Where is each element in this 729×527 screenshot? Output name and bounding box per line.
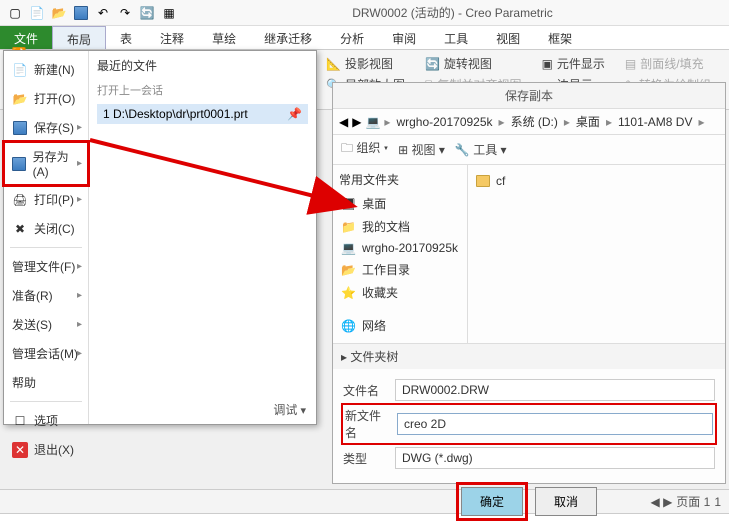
input-newfilename[interactable]: creo 2D <box>397 413 713 435</box>
menu-save[interactable]: 保存(S)▸ <box>4 113 88 142</box>
menu-help[interactable]: 帮助 <box>4 368 88 397</box>
tab-file[interactable]: 文件 <box>0 26 52 49</box>
recent-header: 最近的文件 <box>97 57 308 74</box>
menu-new[interactable]: 📄新建(N) <box>4 55 88 84</box>
tab-view[interactable]: 视图 <box>482 26 534 49</box>
crumb-desktop[interactable]: 桌面 <box>574 113 602 130</box>
ok-button[interactable]: 确定 <box>461 487 523 516</box>
quick-access-toolbar: ▢ 📄 📂 ↶ ↷ 🔄 ▦ DRW0002 (活动的) - Creo Param… <box>0 0 729 26</box>
menu-manage-file[interactable]: 管理文件(F)▸ <box>4 252 88 281</box>
tool-views[interactable]: ⊞ 视图 ▾ <box>398 141 445 158</box>
tool-organize[interactable]: 🗀 组织 ▾ <box>341 139 388 160</box>
row-type: 类型 DWG (*.dwg) <box>343 447 715 469</box>
menu-debug[interactable]: 调试 ▾ <box>273 401 306 418</box>
ribbon-tabs: 文件 布局 表 注释 草绘 继承迁移 分析 审阅 工具 视图 框架 <box>0 26 729 50</box>
menu-exit[interactable]: ✕退出(X) <box>4 435 88 464</box>
row-filename: 文件名 DRW0002.DRW <box>343 379 715 401</box>
folder-tree-toggle[interactable]: ▸ 文件夹树 <box>333 343 725 369</box>
file-menu: 📄新建(N) 📂打开(O) 保存(S)▸ 另存为(A)▸ 🖨打印(P)▸ ✖关闭… <box>3 50 317 425</box>
menu-send[interactable]: 发送(S)▸ <box>4 310 88 339</box>
ribbon-proj-view[interactable]: 📐 投影视图 <box>322 54 409 73</box>
recent-file-1[interactable]: 1 D:\Desktop\dr\prt0001.prt📌 <box>97 104 308 124</box>
app-icon: ▢ <box>6 4 24 22</box>
side-workdir[interactable]: 📂 工作目录 <box>339 258 461 281</box>
side-host[interactable]: 💻 wrgho-20170925k <box>339 238 461 258</box>
save-copy-dialog: 保存副本 ◀ ▶ 💻▸ wrgho-20170925k▸ 系统 (D:)▸ 桌面… <box>332 82 726 484</box>
cancel-button[interactable]: 取消 <box>535 487 597 516</box>
tab-inherit[interactable]: 继承迁移 <box>250 26 326 49</box>
menu-close[interactable]: ✖关闭(C) <box>4 214 88 243</box>
open-icon[interactable]: 📂 <box>50 4 68 22</box>
regen-icon[interactable]: 🔄 <box>138 4 156 22</box>
pin-icon[interactable]: 📌 <box>287 107 302 121</box>
list-item[interactable]: cf <box>474 171 719 191</box>
ribbon-rotate-view[interactable]: 🔄 旋转视图 <box>421 54 526 73</box>
tab-layout[interactable]: 布局 <box>52 26 106 49</box>
save-icon[interactable] <box>72 4 90 22</box>
menu-prepare[interactable]: 准备(R)▸ <box>4 281 88 310</box>
tab-annot[interactable]: 注释 <box>146 26 198 49</box>
input-filename[interactable]: DRW0002.DRW <box>395 379 715 401</box>
ribbon-comp-disp[interactable]: ▣ 元件显示 <box>538 54 609 73</box>
computer-icon[interactable]: 💻 <box>365 115 380 129</box>
label-type: 类型 <box>343 450 387 467</box>
dialog-file-list[interactable]: cf <box>468 165 725 343</box>
menu-manage-session[interactable]: 管理会话(M)▸ <box>4 339 88 368</box>
row-newfilename: 新文件名 creo 2D <box>343 405 715 443</box>
menu-save-as[interactable]: 另存为(A)▸ <box>4 142 88 185</box>
nav-back-icon[interactable]: ◀ <box>339 115 348 129</box>
dialog-title: 保存副本 <box>333 83 725 109</box>
ribbon-hatch: ▤ 剖面线/填充 <box>621 54 715 73</box>
redo-icon[interactable]: ↷ <box>116 4 134 22</box>
select-type[interactable]: DWG (*.dwg) <box>395 447 715 469</box>
app-title: DRW0002 (活动的) - Creo Parametric <box>180 4 725 21</box>
side-network[interactable]: 🌐 网络 <box>339 314 461 337</box>
side-header: 常用文件夹 <box>339 171 461 188</box>
tab-review[interactable]: 审阅 <box>378 26 430 49</box>
crumb-drive[interactable]: 系统 (D:) <box>509 113 560 130</box>
side-mydocs[interactable]: 📁 我的文档 <box>339 215 461 238</box>
recent-sub: 打开上一会话 <box>97 78 308 104</box>
label-newfilename: 新文件名 <box>345 407 389 441</box>
tab-tools[interactable]: 工具 <box>430 26 482 49</box>
menu-options[interactable]: ☐选项 <box>4 406 88 435</box>
side-desktop[interactable]: 🖥 桌面 <box>339 192 461 215</box>
dialog-sidebar: 常用文件夹 🖥 桌面 📁 我的文档 💻 wrgho-20170925k 📂 工作… <box>333 165 468 343</box>
crumb-host[interactable]: wrgho-20170925k <box>394 115 494 129</box>
menu-print[interactable]: 🖨打印(P)▸ <box>4 185 88 214</box>
nav-fwd-icon[interactable]: ▶ <box>352 115 361 129</box>
tab-sketch[interactable]: 草绘 <box>198 26 250 49</box>
tab-table[interactable]: 表 <box>106 26 146 49</box>
menu-open[interactable]: 📂打开(O) <box>4 84 88 113</box>
windows-icon[interactable]: ▦ <box>160 4 178 22</box>
label-filename: 文件名 <box>343 382 387 399</box>
crumb-folder[interactable]: 1101-AM8 DV <box>616 115 694 129</box>
tab-analysis[interactable]: 分析 <box>326 26 378 49</box>
tab-frame[interactable]: 框架 <box>534 26 586 49</box>
dialog-toolbar: 🗀 组织 ▾ ⊞ 视图 ▾ 🔧 工具 ▾ <box>333 135 725 165</box>
folder-icon <box>476 175 490 187</box>
tool-tools[interactable]: 🔧 工具 ▾ <box>455 141 507 158</box>
dialog-breadcrumb: ◀ ▶ 💻▸ wrgho-20170925k▸ 系统 (D:)▸ 桌面▸ 110… <box>333 109 725 135</box>
side-fav[interactable]: ⭐ 收藏夹 <box>339 281 461 304</box>
undo-icon[interactable]: ↶ <box>94 4 112 22</box>
new-icon[interactable]: 📄 <box>28 4 46 22</box>
